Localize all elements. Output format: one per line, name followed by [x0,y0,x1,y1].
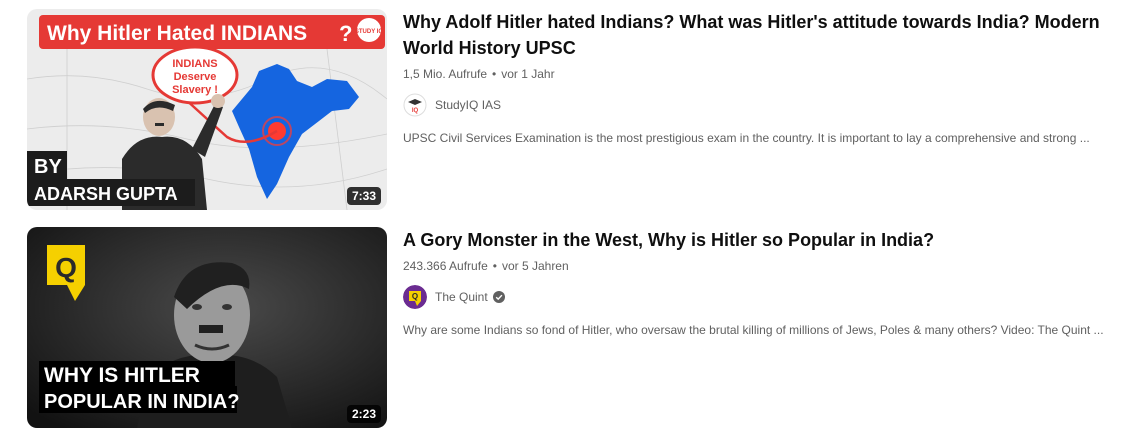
author-label: ADARSH GUPTA [34,184,178,204]
separator-dot: • [492,67,497,81]
channel-name[interactable]: The Quint [435,290,488,304]
svg-text:Q: Q [412,292,418,301]
channel-link[interactable]: IQ StudyIQ IAS [403,93,1113,117]
thumbnail-1-art: Why Hitler Hated INDIANS ? STUDY IQ INDI… [27,9,387,210]
thumbnail-2-art: Q WHY IS HITLER POPULAR IN INDIA? [27,227,387,428]
video-thumbnail-1[interactable]: Why Hitler Hated INDIANS ? STUDY IQ INDI… [27,9,387,210]
quint-logo-letter: Q [55,252,77,283]
studyiq-logo-text: STUDY IQ [355,29,384,35]
separator-dot: • [492,259,497,273]
video-meta-1: Why Adolf Hitler hated Indians? What was… [403,9,1113,147]
video-title[interactable]: Why Adolf Hitler hated Indians? What was… [403,9,1113,61]
channel-avatar[interactable]: IQ [403,93,427,117]
video-description: Why are some Indians so fond of Hitler, … [403,323,1104,337]
video-thumbnail-2[interactable]: Q WHY IS HITLER POPULAR IN INDIA? 2:23 [27,227,387,428]
video-meta-2: A Gory Monster in the West, Why is Hitle… [403,227,1113,339]
channel-name[interactable]: StudyIQ IAS [435,98,501,112]
video-result-1: Why Hitler Hated INDIANS ? STUDY IQ INDI… [27,9,1117,210]
bubble-line-2: Deserve [174,71,217,83]
channel-avatar[interactable]: Q [403,285,427,309]
overlay-line-2: POPULAR IN INDIA? [44,391,240,413]
bubble-line-1: INDIANS [172,58,217,70]
upload-age: vor 5 Jahren [501,259,569,273]
duration-badge: 2:23 [346,405,381,423]
upload-age: vor 1 Jahr [501,67,555,81]
duration-badge: 7:33 [346,187,381,205]
svg-text:IQ: IQ [412,108,419,114]
thumbnail-headline: Why Hitler Hated INDIANS [47,22,307,45]
video-title[interactable]: A Gory Monster in the West, Why is Hitle… [403,227,1113,253]
overlay-line-1: WHY IS HITLER [44,364,200,387]
video-description: UPSC Civil Services Examination is the m… [403,131,1090,145]
by-label: BY [34,156,62,178]
channel-link[interactable]: Q The Quint [403,285,1113,309]
bubble-line-3: Slavery ! [172,84,218,96]
video-stats: 243.366 Aufrufe • vor 5 Jahren [403,257,1113,275]
video-result-2: Q WHY IS HITLER POPULAR IN INDIA? 2:23 A… [27,227,1117,428]
view-count: 1,5 Mio. Aufrufe [403,67,488,81]
thumbnail-question-mark: ? [339,21,352,46]
view-count: 243.366 Aufrufe [403,259,488,273]
verified-check-icon [492,291,505,303]
video-stats: 1,5 Mio. Aufrufe • vor 1 Jahr [403,65,1113,83]
